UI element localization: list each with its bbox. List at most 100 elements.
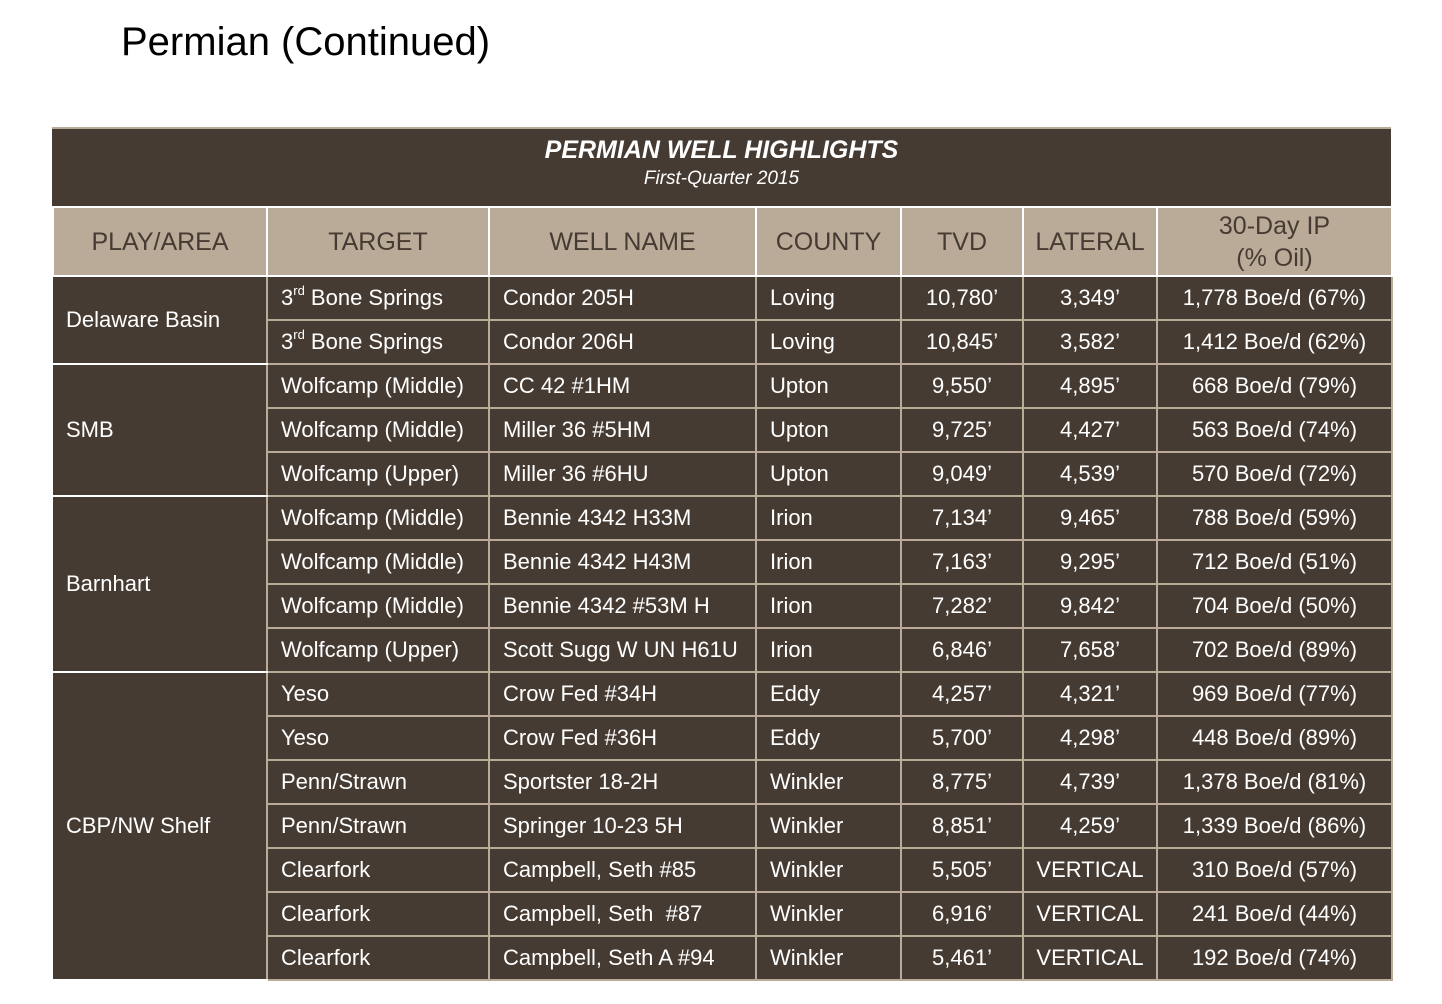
table-row: CBP/NW Shelf Yeso Crow Fed #34H Eddy 4,2… <box>53 671 1393 981</box>
header-row: PLAY/AREA TARGET WELL NAME COUNTY TVD LA… <box>52 206 1393 277</box>
lateral-cell: 4,539’ <box>1022 451 1158 497</box>
target-number: 3 <box>281 285 294 310</box>
tvd-cell: 6,846’ <box>900 627 1024 673</box>
target-cell: Penn/Strawn <box>266 759 490 805</box>
county-cell: Eddy <box>755 715 902 761</box>
header-ip-line1: 30-Day IP <box>1218 211 1331 240</box>
well-name-cell: Springer 10-23 5H <box>488 803 757 849</box>
tvd-cell: 5,700’ <box>900 715 1024 761</box>
well-name-cell: Condor 205H <box>488 275 757 321</box>
ip-cell: 1,412 Boe/d (62%) <box>1156 319 1393 365</box>
lateral-cell: VERTICAL <box>1022 935 1158 981</box>
well-name-cell: Miller 36 #6HU <box>488 451 757 497</box>
target-cell: Clearfork <box>266 891 490 937</box>
header-county: COUNTY <box>755 206 902 277</box>
target-cell: Wolfcamp (Middle) <box>266 407 490 453</box>
play-area-cell: SMB <box>53 363 268 497</box>
county-cell: Winkler <box>755 803 902 849</box>
table-row: SMB Wolfcamp (Middle) CC 42 #1HM Upton 9… <box>53 363 1393 497</box>
lateral-cell: 4,321’ <box>1022 671 1158 717</box>
table-title: PERMIAN WELL HIGHLIGHTS <box>544 136 899 164</box>
county-cell: Upton <box>755 451 902 497</box>
well-name-cell: CC 42 #1HM <box>488 363 757 409</box>
ip-cell: 1,378 Boe/d (81%) <box>1156 759 1393 805</box>
tvd-cell: 6,916’ <box>900 891 1024 937</box>
tvd-cell: 5,461’ <box>900 935 1024 981</box>
county-cell: Irion <box>755 539 902 585</box>
table-row: Delaware Basin 3rd Bone Springs Condor 2… <box>53 275 1393 365</box>
county-cell: Winkler <box>755 759 902 805</box>
county-cell: Irion <box>755 495 902 541</box>
well-name-cell: Scott Sugg W UN H61U <box>488 627 757 673</box>
lateral-cell: 9,842’ <box>1022 583 1158 629</box>
well-name-cell: Bennie 4342 #53M H <box>488 583 757 629</box>
page-title: Permian (Continued) <box>121 20 491 64</box>
header-lateral: LATERAL <box>1022 206 1158 277</box>
tvd-cell: 7,282’ <box>900 583 1024 629</box>
ip-cell: 192 Boe/d (74%) <box>1156 935 1393 981</box>
well-name-cell: Condor 206H <box>488 319 757 365</box>
play-area-cell: Barnhart <box>53 495 268 673</box>
ip-cell: 1,339 Boe/d (86%) <box>1156 803 1393 849</box>
county-cell: Eddy <box>755 671 902 717</box>
tvd-cell: 9,049’ <box>900 451 1024 497</box>
tvd-cell: 4,257’ <box>900 671 1024 717</box>
header-ip-line2: (% Oil) <box>1236 243 1313 272</box>
lateral-cell: 9,465’ <box>1022 495 1158 541</box>
target-cell: Clearfork <box>266 847 490 893</box>
header-tvd: TVD <box>900 206 1024 277</box>
target-name: Bone Springs <box>304 329 444 354</box>
play-area-cell: Delaware Basin <box>53 276 268 365</box>
lateral-cell: 4,259’ <box>1022 803 1158 849</box>
target-cell: 3rd Bone Springs <box>266 319 490 365</box>
ip-cell: 969 Boe/d (77%) <box>1156 671 1393 717</box>
target-number: 3 <box>281 329 294 354</box>
lateral-cell: 7,658’ <box>1022 627 1158 673</box>
ip-cell: 448 Boe/d (89%) <box>1156 715 1393 761</box>
tvd-cell: 10,780’ <box>900 275 1024 321</box>
header-play-area: PLAY/AREA <box>52 206 268 277</box>
lateral-cell: VERTICAL <box>1022 891 1158 937</box>
county-cell: Loving <box>755 275 902 321</box>
lateral-cell: 3,582’ <box>1022 319 1158 365</box>
lateral-cell: 9,295’ <box>1022 539 1158 585</box>
tvd-cell: 9,725’ <box>900 407 1024 453</box>
well-name-cell: Campbell, Seth A #94 <box>488 935 757 981</box>
lateral-cell: 4,298’ <box>1022 715 1158 761</box>
well-name-cell: Campbell, Seth #85 <box>488 847 757 893</box>
well-highlights-table-container: PERMIAN WELL HIGHLIGHTS First-Quarter 20… <box>52 127 1393 981</box>
ip-cell: 668 Boe/d (79%) <box>1156 363 1393 409</box>
lateral-cell: 3,349’ <box>1022 275 1158 321</box>
well-name-cell: Bennie 4342 H43M <box>488 539 757 585</box>
well-name-cell: Crow Fed #34H <box>488 671 757 717</box>
tvd-cell: 8,851’ <box>900 803 1024 849</box>
target-cell: Wolfcamp (Upper) <box>266 627 490 673</box>
header-30-day-ip: 30-Day IP (% Oil) <box>1156 206 1393 277</box>
well-name-cell: Miller 36 #5HM <box>488 407 757 453</box>
ip-cell: 241 Boe/d (44%) <box>1156 891 1393 937</box>
ip-cell: 702 Boe/d (89%) <box>1156 627 1393 673</box>
lateral-cell: 4,895’ <box>1022 363 1158 409</box>
target-cell: Yeso <box>266 715 490 761</box>
tvd-cell: 7,163’ <box>900 539 1024 585</box>
ip-cell: 1,778 Boe/d (67%) <box>1156 275 1393 321</box>
tvd-cell: 9,550’ <box>900 363 1024 409</box>
target-ordinal: rd <box>293 283 305 298</box>
target-cell: 3rd Bone Springs <box>266 275 490 321</box>
tvd-cell: 10,845’ <box>900 319 1024 365</box>
county-cell: Irion <box>755 627 902 673</box>
well-name-cell: Sportster 18-2H <box>488 759 757 805</box>
header-well-name: WELL NAME <box>488 206 757 277</box>
well-highlights-table: PLAY/AREA TARGET WELL NAME COUNTY TVD LA… <box>52 206 1393 981</box>
county-cell: Winkler <box>755 891 902 937</box>
county-cell: Irion <box>755 583 902 629</box>
county-cell: Upton <box>755 407 902 453</box>
target-cell: Wolfcamp (Upper) <box>266 451 490 497</box>
well-name-cell: Campbell, Seth #87 <box>488 891 757 937</box>
county-cell: Loving <box>755 319 902 365</box>
tvd-cell: 5,505’ <box>900 847 1024 893</box>
county-cell: Winkler <box>755 935 902 981</box>
ip-cell: 712 Boe/d (51%) <box>1156 539 1393 585</box>
play-area-cell: CBP/NW Shelf <box>53 671 268 981</box>
header-target: TARGET <box>266 206 490 277</box>
